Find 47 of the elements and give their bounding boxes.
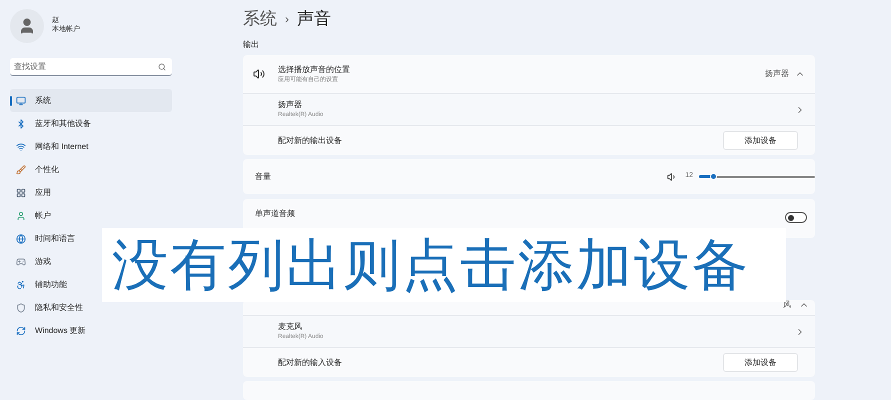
nav-item[interactable]: Windows 更新 [10, 319, 90, 342]
device-name: 扬声器 [278, 99, 303, 112]
search-field[interactable]: 查找设置 [10, 58, 172, 76]
breadcrumb-parent[interactable]: 系统 [243, 6, 277, 32]
row-label: 单声道音频 [255, 208, 296, 220]
nav-item[interactable]: 帐户 [10, 204, 55, 227]
refresh-icon [16, 326, 26, 336]
row-title: 选择播放声音的位置 [278, 64, 351, 76]
slider-thumb[interactable] [710, 173, 717, 180]
shield-icon [16, 302, 26, 312]
selection-indicator [10, 96, 12, 106]
user-icon [18, 17, 36, 35]
device-name: 麦克风 [278, 321, 303, 334]
caption-text: 没有列出则点击添加设备 [112, 237, 750, 293]
add-device-button[interactable]: 添加设备 [723, 353, 798, 372]
user-icon [16, 210, 26, 220]
selected-output: 扬声器 [765, 68, 789, 80]
nav-item[interactable]: 隐私和安全性 [10, 296, 87, 319]
nav-item[interactable]: 网络和 Internet [10, 135, 92, 158]
nav-item[interactable]: 辅助功能 [10, 273, 71, 296]
nav-item[interactable]: 应用 [10, 181, 55, 204]
row-label: 配对新的输出设备 [278, 134, 343, 147]
brush-icon [16, 164, 26, 174]
wifi-icon [16, 142, 26, 152]
speaker-icon [253, 68, 265, 80]
nav-item[interactable]: 系统 [10, 89, 172, 112]
page-title: 声音 [297, 8, 331, 30]
monitor-icon [16, 96, 26, 106]
accessibility-icon [16, 280, 26, 290]
gamepad-icon [16, 256, 26, 266]
nav-item[interactable]: 蓝牙和其他设备 [10, 112, 95, 135]
toggle-switch[interactable] [785, 212, 807, 224]
speaker-icon [667, 172, 678, 182]
input-device-label: 风 [783, 300, 791, 310]
section-heading: 输出 [243, 39, 260, 51]
nav-item[interactable]: 游戏 [10, 250, 55, 273]
breadcrumb-separator: › [285, 11, 289, 28]
volume-slider[interactable] [699, 172, 815, 181]
row-label: 配对新的输入设备 [278, 356, 343, 369]
row-label: 音量 [255, 170, 272, 183]
add-device-button[interactable]: 添加设备 [723, 131, 798, 150]
nav-item[interactable]: 个性化 [10, 158, 63, 181]
search-icon [158, 63, 166, 71]
globe-icon [16, 234, 26, 244]
bluetooth-icon [16, 118, 26, 128]
apps-icon [16, 188, 26, 198]
nav-item[interactable]: 时间和语言 [10, 227, 79, 250]
